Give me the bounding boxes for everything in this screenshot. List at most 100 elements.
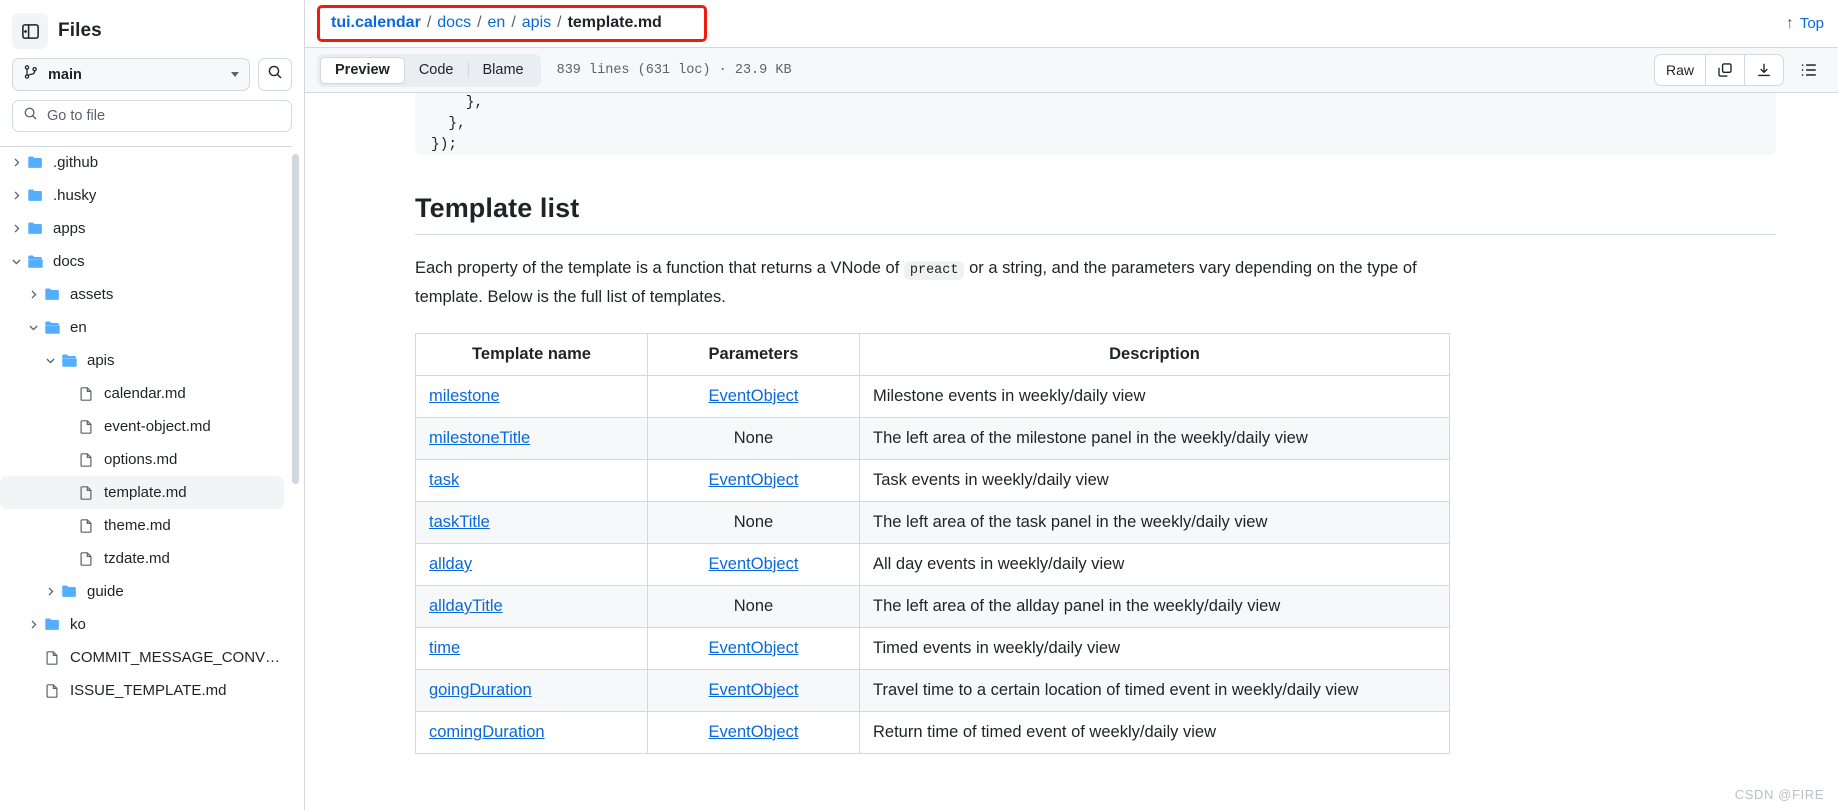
branch-selector[interactable]: main xyxy=(12,58,250,91)
tree-item-theme-md[interactable]: theme.md xyxy=(0,509,284,542)
tree-item-event-object-md[interactable]: event-object.md xyxy=(0,410,284,443)
cell-description: Timed events in weekly/daily view xyxy=(859,627,1450,670)
tree-item-en[interactable]: en xyxy=(0,311,284,344)
folder-icon xyxy=(25,187,45,204)
chevron-right-icon[interactable] xyxy=(8,190,25,201)
template-name-link[interactable]: comingDuration xyxy=(429,723,545,741)
tree-item-husky[interactable]: .husky xyxy=(0,179,284,212)
breadcrumb[interactable]: tui.calendar / docs / en / apis / templa… xyxy=(317,5,707,42)
copy-icon[interactable] xyxy=(1706,55,1745,85)
chevron-down-icon[interactable] xyxy=(42,355,59,366)
tree-item-label: template.md xyxy=(104,484,187,501)
view-mode-tabs[interactable]: Preview Code Blame xyxy=(317,53,541,87)
parameter-type-link[interactable]: EventObject xyxy=(709,471,799,489)
breadcrumb-repo[interactable]: tui.calendar xyxy=(331,14,421,32)
tree-item-apps[interactable]: apps xyxy=(0,212,284,245)
template-name-link[interactable]: taskTitle xyxy=(429,513,490,531)
tree-item-label: event-object.md xyxy=(104,418,211,435)
column-header-template-name: Template name xyxy=(415,333,648,376)
tree-item-template-md[interactable]: template.md xyxy=(0,476,284,509)
file-icon xyxy=(76,419,96,435)
parameter-type-link[interactable]: EventObject xyxy=(709,723,799,741)
branch-name: main xyxy=(48,66,82,83)
cell-parameters: None xyxy=(647,417,860,460)
list-outline-icon[interactable] xyxy=(1794,55,1824,85)
parameter-type: None xyxy=(733,597,774,615)
branch-row: main xyxy=(0,58,304,91)
raw-copy-download-group[interactable]: Raw xyxy=(1653,54,1784,86)
cell-template-name: goingDuration xyxy=(415,669,648,712)
file-tree[interactable]: .github .husky apps docs assets en apis calenda… xyxy=(0,146,304,810)
tree-item-guide[interactable]: guide xyxy=(0,575,284,608)
table-header-row: Template name Parameters Description xyxy=(415,333,1450,376)
tree-item-label: calendar.md xyxy=(104,385,186,402)
code-block: }, }, }); xyxy=(415,93,1776,155)
tree-item-apis[interactable]: apis xyxy=(0,344,284,377)
tree-item-options-md[interactable]: options.md xyxy=(0,443,284,476)
tree-item-label: en xyxy=(70,319,87,336)
breadcrumb-part-docs[interactable]: docs xyxy=(437,14,471,32)
download-icon[interactable] xyxy=(1745,55,1783,85)
chevron-right-icon[interactable] xyxy=(8,157,25,168)
parameter-type-link[interactable]: EventObject xyxy=(709,639,799,657)
intro-text-before: Each property of the template is a funct… xyxy=(415,259,904,277)
breadcrumb-part-apis[interactable]: apis xyxy=(522,14,551,32)
tree-item-github[interactable]: .github xyxy=(0,146,284,179)
tab-code[interactable]: Code xyxy=(405,57,468,84)
breadcrumb-part-en[interactable]: en xyxy=(488,14,506,32)
cell-parameters: EventObject xyxy=(647,375,860,418)
tree-item-label: theme.md xyxy=(104,517,171,534)
template-name-link[interactable]: task xyxy=(429,471,459,489)
file-icon xyxy=(76,485,96,501)
cell-template-name: comingDuration xyxy=(415,711,648,754)
template-name-link[interactable]: alldayTitle xyxy=(429,597,503,615)
sidebar-search-button[interactable] xyxy=(258,58,292,91)
chevron-right-icon[interactable] xyxy=(42,586,59,597)
table-row: milestone EventObject Milestone events in … xyxy=(415,375,1450,418)
tree-item-issue-template-md[interactable]: ISSUE_TEMPLATE.md xyxy=(0,674,284,707)
chevron-down-icon[interactable] xyxy=(8,256,25,267)
page-title: Files xyxy=(58,20,102,41)
tab-blame[interactable]: Blame xyxy=(469,57,538,84)
tree-item-calendar-md[interactable]: calendar.md xyxy=(0,377,284,410)
breadcrumb-separator: / xyxy=(477,14,482,31)
cell-parameters: EventObject xyxy=(647,627,860,670)
tree-item-ko[interactable]: ko xyxy=(0,608,284,641)
toolbar-actions: Raw xyxy=(1653,54,1824,86)
folder-icon xyxy=(42,286,62,303)
cell-description: The left area of the allday panel in the… xyxy=(859,585,1450,628)
template-name-link[interactable]: milestone xyxy=(429,387,500,405)
chevron-down-icon[interactable] xyxy=(25,322,42,333)
tree-item-tzdate-md[interactable]: tzdate.md xyxy=(0,542,284,575)
tree-item-label: options.md xyxy=(104,451,178,468)
sidebar-collapse-icon[interactable] xyxy=(12,13,48,49)
breadcrumb-current-file: template.md xyxy=(567,14,662,31)
raw-button[interactable]: Raw xyxy=(1655,55,1706,85)
parameter-type-link[interactable]: EventObject xyxy=(709,681,799,699)
parameter-type-link[interactable]: EventObject xyxy=(709,387,799,405)
tree-item-label: ISSUE_TEMPLATE.md xyxy=(70,682,227,699)
git-branch-icon xyxy=(23,64,39,85)
template-name-link[interactable]: allday xyxy=(429,555,472,573)
cell-parameters: EventObject xyxy=(647,543,860,586)
breadcrumb-bar: tui.calendar / docs / en / apis / templa… xyxy=(305,0,1838,47)
parameter-type-link[interactable]: EventObject xyxy=(709,555,799,573)
template-name-link[interactable]: time xyxy=(429,639,460,657)
cell-description: Task events in weekly/daily view xyxy=(859,459,1450,502)
back-to-top-link[interactable]: ↑ Top xyxy=(1786,15,1824,33)
chevron-right-icon[interactable] xyxy=(8,223,25,234)
table-row: allday EventObject All day events in weekl… xyxy=(415,543,1450,586)
go-to-file-input[interactable]: Go to file xyxy=(12,100,292,132)
tab-preview[interactable]: Preview xyxy=(320,56,405,84)
template-name-link[interactable]: goingDuration xyxy=(429,681,532,699)
chevron-right-icon[interactable] xyxy=(25,619,42,630)
template-name-link[interactable]: milestoneTitle xyxy=(429,429,530,447)
intro-paragraph: Each property of the template is a funct… xyxy=(415,255,1420,311)
tree-item-commit-message-convent[interactable]: COMMIT_MESSAGE_CONVENT… xyxy=(0,641,284,674)
table-row: task EventObject Task events in weekly/dai… xyxy=(415,459,1450,502)
chevron-right-icon[interactable] xyxy=(25,289,42,300)
tree-item-docs[interactable]: docs xyxy=(0,245,284,278)
sidebar-scrollbar[interactable] xyxy=(292,154,299,484)
watermark: CSDN @FIRE xyxy=(1734,787,1824,802)
tree-item-assets[interactable]: assets xyxy=(0,278,284,311)
